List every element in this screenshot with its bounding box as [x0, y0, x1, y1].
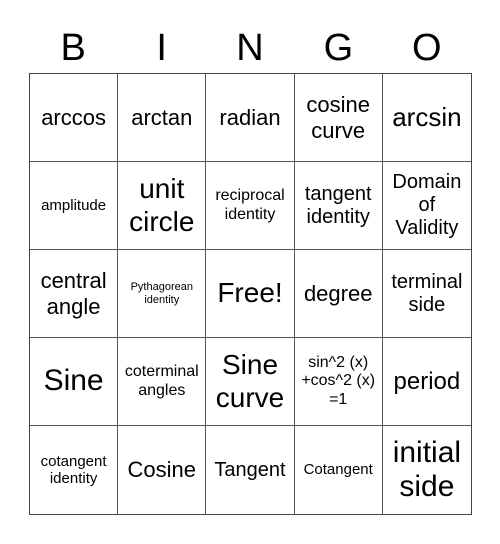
bingo-cell[interactable]: arccos — [30, 74, 119, 162]
bingo-cell[interactable]: arcsin — [382, 74, 471, 162]
bingo-header: B I N G O — [29, 24, 471, 72]
header-letter-b: B — [60, 27, 86, 69]
bingo-cell[interactable]: degree — [294, 250, 383, 338]
header-letter-o: O — [412, 27, 442, 69]
bingo-grid: arccos arctan radian cosine curve arcsin… — [29, 73, 472, 515]
bingo-cell[interactable]: Cosine — [118, 426, 207, 514]
bingo-cell[interactable]: coterminal angles — [118, 338, 207, 426]
bingo-cell[interactable]: reciprocal identity — [206, 162, 295, 250]
bingo-cell[interactable]: radian — [206, 74, 295, 162]
bingo-cell[interactable]: central angle — [30, 250, 119, 338]
bingo-cell[interactable]: cotangent identity — [30, 426, 119, 514]
bingo-cell[interactable]: Tangent — [206, 426, 295, 514]
bingo-cell[interactable]: cosine curve — [294, 74, 383, 162]
free-space[interactable]: Free! — [206, 250, 295, 338]
bingo-cell[interactable]: Domain of Validity — [382, 162, 471, 250]
header-letter-n: N — [236, 27, 264, 69]
bingo-cell[interactable]: arctan — [118, 74, 207, 162]
bingo-cell[interactable]: tangent identity — [294, 162, 383, 250]
bingo-cell[interactable]: terminal side — [382, 250, 471, 338]
bingo-cell[interactable]: Sine curve — [206, 338, 295, 426]
bingo-cell[interactable]: amplitude — [30, 162, 119, 250]
bingo-cell[interactable]: unit circle — [118, 162, 207, 250]
bingo-cell[interactable]: Cotangent — [295, 426, 383, 514]
bingo-cell[interactable]: sin^2 (x) +cos^2 (x) =1 — [294, 338, 383, 426]
bingo-cell[interactable]: Sine — [30, 338, 119, 426]
bingo-cell[interactable]: period — [382, 338, 471, 426]
bingo-cell[interactable]: initial side — [383, 426, 471, 514]
bingo-cell[interactable]: Pythagorean identity — [118, 250, 207, 338]
header-letter-g: G — [323, 27, 354, 69]
header-letter-i: I — [156, 27, 167, 69]
